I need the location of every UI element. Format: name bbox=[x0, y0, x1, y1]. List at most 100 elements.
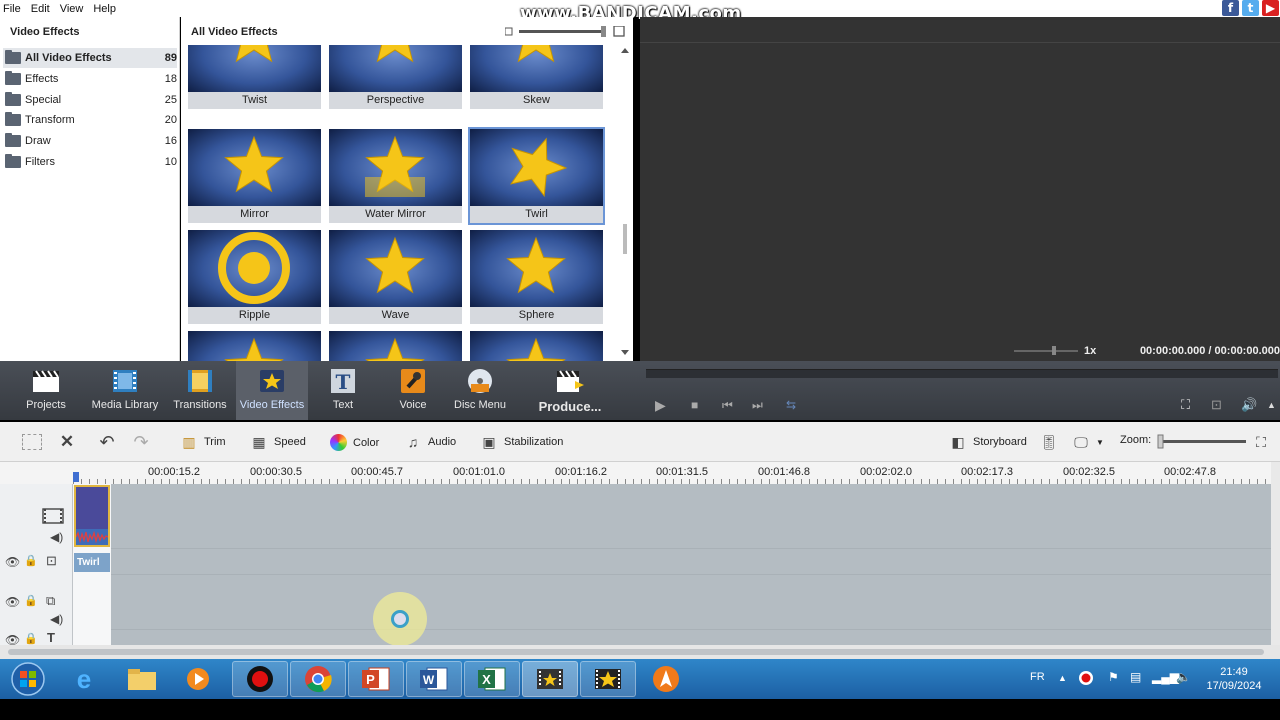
effect-tile-sphere[interactable]: Sphere bbox=[470, 230, 603, 324]
redo-button[interactable]: ↷ bbox=[132, 432, 150, 452]
effect-tile-water-mirror[interactable]: Water Mirror bbox=[329, 129, 462, 223]
timeline-vertical-scrollbar[interactable] bbox=[1271, 462, 1280, 645]
previous-frame-icon[interactable]: ⏮ bbox=[722, 398, 733, 413]
zoom-slider[interactable] bbox=[1156, 434, 1248, 450]
tray-signal-icon[interactable]: ▂▄▆ bbox=[1152, 670, 1179, 684]
produce-button[interactable]: Produce... bbox=[536, 361, 604, 420]
tray-device-icon[interactable]: ▤ bbox=[1130, 670, 1141, 684]
display-options-button[interactable]: 🖵 ▼ bbox=[1072, 434, 1104, 450]
effect-tile-ripple[interactable]: Ripple bbox=[188, 230, 321, 324]
taskbar-video-editor[interactable] bbox=[522, 661, 578, 697]
playhead[interactable] bbox=[73, 472, 79, 482]
audio-button[interactable]: ♫ Audio bbox=[404, 434, 456, 450]
scrollbar-thumb[interactable] bbox=[8, 649, 1264, 655]
tray-network-warning-icon[interactable]: ⚑ bbox=[1108, 670, 1119, 684]
effect-tile-twirl[interactable]: Twirl bbox=[468, 127, 605, 225]
speed-slider[interactable] bbox=[1014, 350, 1078, 352]
effect-tile-item[interactable] bbox=[329, 331, 462, 361]
record-icon bbox=[247, 666, 273, 692]
timeline-ruler[interactable]: 00:00:15.2 00:00:30.5 00:00:45.7 00:01:0… bbox=[0, 462, 1280, 484]
category-label: Filters bbox=[25, 156, 55, 168]
taskbar-avast[interactable] bbox=[638, 661, 694, 697]
taskbar-video-effects-app[interactable] bbox=[580, 661, 636, 697]
menu-edit[interactable]: Edit bbox=[31, 3, 50, 15]
projects-button[interactable]: Projects bbox=[16, 361, 76, 420]
menu-help[interactable]: Help bbox=[93, 3, 116, 15]
volume-icon[interactable]: 🔊 bbox=[1241, 397, 1257, 413]
playback-progress-bar[interactable] bbox=[646, 369, 1278, 378]
taskbar-internet-explorer[interactable]: e bbox=[56, 661, 112, 697]
language-indicator[interactable]: FR bbox=[1030, 671, 1045, 683]
tray-expand-icon[interactable]: ▲ bbox=[1058, 673, 1067, 683]
taskbar-file-explorer[interactable] bbox=[114, 661, 170, 697]
delete-button[interactable]: ✕ bbox=[58, 432, 76, 451]
text-label: Text bbox=[332, 399, 354, 411]
overlay-track-icon: ⧉ bbox=[46, 593, 56, 608]
lock-icon[interactable]: 🔒 bbox=[24, 632, 38, 645]
speed-button[interactable]: ▦ Speed bbox=[250, 434, 305, 450]
lock-icon[interactable]: 🔒 bbox=[24, 554, 38, 567]
voice-button[interactable]: Voice bbox=[388, 361, 438, 420]
video-effects-button[interactable]: Video Effects bbox=[236, 361, 308, 420]
menu-view[interactable]: View bbox=[60, 3, 84, 15]
category-transform[interactable]: Transform 20 bbox=[3, 110, 177, 130]
effect-tile-item[interactable] bbox=[188, 331, 321, 361]
category-all-video-effects[interactable]: All Video Effects 89 bbox=[3, 48, 177, 68]
color-button[interactable]: Color bbox=[330, 434, 379, 451]
system-clock[interactable]: 21:49 17/09/2024 bbox=[1198, 665, 1270, 693]
select-area-button[interactable] bbox=[22, 434, 42, 450]
timeline-horizontal-scrollbar[interactable] bbox=[0, 645, 1280, 659]
category-draw[interactable]: Draw 16 bbox=[3, 131, 177, 151]
disc-menu-button[interactable]: Disc Menu bbox=[452, 361, 508, 420]
lock-icon[interactable]: 🔒 bbox=[24, 594, 38, 607]
stop-icon[interactable]: ■ bbox=[691, 398, 698, 412]
tray-volume-icon[interactable]: 🔈 bbox=[1176, 670, 1191, 684]
media-library-button[interactable]: Media Library bbox=[90, 361, 160, 420]
taskbar-powerpoint[interactable]: P bbox=[348, 661, 404, 697]
word-icon: W bbox=[420, 667, 448, 691]
taskbar-word[interactable]: W bbox=[406, 661, 462, 697]
next-frame-icon[interactable]: ⏭ bbox=[752, 398, 763, 413]
ruler-label: 00:01:31.5 bbox=[656, 466, 708, 478]
storyboard-button[interactable]: ◧ Storyboard bbox=[949, 434, 1026, 450]
text-button[interactable]: T Text bbox=[318, 361, 368, 420]
stabilization-button[interactable]: ▣ Stabilization bbox=[480, 434, 563, 450]
audio-mute-icon[interactable]: ◀) bbox=[50, 612, 63, 626]
zoom-fit-button[interactable]: ⛶ bbox=[1252, 434, 1270, 450]
effects-scrollbar[interactable] bbox=[620, 46, 630, 361]
start-button[interactable] bbox=[0, 661, 56, 697]
loop-icon[interactable]: ⇆ bbox=[786, 398, 796, 412]
taskbar-excel[interactable]: X bbox=[464, 661, 520, 697]
effect-label: Twirl bbox=[470, 206, 603, 223]
menu-file[interactable]: File bbox=[3, 3, 21, 15]
audio-mute-icon[interactable]: ◀) bbox=[50, 530, 63, 544]
effect-tile-mirror[interactable]: Mirror bbox=[188, 129, 321, 223]
taskbar-chrome[interactable] bbox=[290, 661, 346, 697]
play-icon[interactable]: ▶ bbox=[655, 397, 666, 414]
fullscreen-icon[interactable]: ⛶ bbox=[1181, 397, 1190, 413]
video-clip[interactable] bbox=[74, 485, 110, 547]
undo-button[interactable]: ↶ bbox=[98, 432, 116, 452]
timeline-area[interactable] bbox=[111, 484, 1271, 645]
effect-tile-wave[interactable]: Wave bbox=[329, 230, 462, 324]
audio-mixer-button[interactable]: 🎚 bbox=[1040, 434, 1058, 450]
category-count: 16 bbox=[164, 135, 177, 147]
tray-record-icon[interactable] bbox=[1078, 670, 1094, 689]
volume-up-arrow-icon[interactable]: ▲ bbox=[1267, 400, 1276, 410]
category-effects[interactable]: Effects 18 bbox=[3, 69, 177, 89]
thumbnail-size-slider[interactable] bbox=[505, 26, 625, 38]
eye-icon[interactable]: 👁 bbox=[5, 555, 20, 569]
snapshot-icon[interactable]: ⊡ bbox=[1211, 397, 1222, 413]
eye-icon[interactable]: 👁 bbox=[5, 595, 20, 609]
category-special[interactable]: Special 25 bbox=[3, 90, 177, 110]
effect-tile-perspective[interactable]: Perspective bbox=[329, 45, 462, 109]
taskbar-bandicam[interactable] bbox=[232, 661, 288, 697]
category-filters[interactable]: Filters 10 bbox=[3, 152, 177, 172]
effect-clip-twirl[interactable]: Twirl bbox=[74, 553, 110, 572]
taskbar-media-player[interactable] bbox=[170, 661, 226, 697]
trim-button[interactable]: ▥ Trim bbox=[180, 434, 225, 450]
effect-tile-item[interactable] bbox=[470, 331, 603, 361]
transitions-button[interactable]: Transitions bbox=[170, 361, 230, 420]
speed-slider-knob[interactable] bbox=[1052, 346, 1056, 355]
video-track-icon bbox=[42, 508, 64, 524]
